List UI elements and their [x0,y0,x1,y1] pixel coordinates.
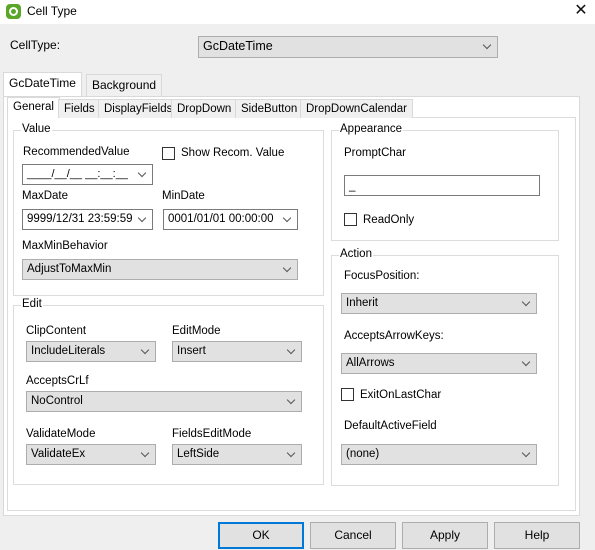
cancel-button[interactable]: Cancel [310,522,396,549]
appearance-group-title: Appearance [339,123,404,135]
validatemode-label: ValidateMode [26,428,96,440]
chevron-down-icon [523,359,530,366]
maxdate-value: 9999/12/31 23:59:59 [27,213,133,225]
editmode-select[interactable]: Insert [172,341,302,362]
editmode-value: Insert [177,345,206,357]
tab-dropdowncalendar[interactable]: DropDownCalendar [300,99,413,118]
maxminbehavior-value: AdjustToMaxMin [27,263,112,275]
acceptscrlf-select[interactable]: NoControl [26,391,302,412]
chevron-down-icon [284,265,291,272]
recommended-value: ____/__/__ __:__:__ [27,168,128,180]
celltype-label: CellType: [10,38,61,52]
show-recom-value-label: Show Recom. Value [181,147,285,159]
maxminbehavior-select[interactable]: AdjustToMaxMin [22,259,298,280]
clipcontent-value: IncludeLiterals [31,345,106,357]
mindate-value: 0001/01/01 00:00:00 [168,213,274,225]
promptchar-input[interactable]: _ [344,175,540,196]
chevron-down-icon [523,450,530,457]
defaultactivefield-label: DefaultActiveField [344,420,437,432]
clipcontent-label: ClipContent [26,325,87,337]
chevron-down-icon [142,347,149,354]
acceptscrlf-value: NoControl [31,395,83,407]
chevron-down-icon [484,42,491,49]
maxdate-select[interactable]: 9999/12/31 23:59:59 [22,209,153,230]
acceptsarrowkeys-select[interactable]: AllArrows [341,353,537,374]
chevron-down-icon [288,397,295,404]
chevron-down-icon [284,215,291,222]
chevron-down-icon [139,215,146,222]
mindate-label: MinDate [162,190,205,202]
apply-button[interactable]: Apply [402,522,488,549]
acceptscrlf-label: AcceptsCrLf [26,375,89,387]
ok-button[interactable]: OK [218,522,304,549]
tab-sidebutton[interactable]: SideButton [235,99,304,118]
recommended-value-label: RecommendedValue [23,146,130,158]
window-title: Cell Type [27,4,77,18]
tab-fields[interactable]: Fields [58,99,101,118]
close-icon[interactable]: ✕ [571,2,591,20]
readonly-label: ReadOnly [363,214,415,226]
help-button[interactable]: Help [494,522,580,549]
chevron-down-icon [288,450,295,457]
focusposition-value: Inherit [346,297,378,309]
edit-group-title: Edit [21,298,43,310]
recommended-value-select[interactable]: ____/__/__ __:__:__ [22,164,153,185]
fieldseditmode-select[interactable]: LeftSide [172,444,302,465]
focusposition-label: FocusPosition: [344,270,420,282]
fieldseditmode-label: FieldsEditMode [172,428,252,440]
action-group-title: Action [339,248,373,260]
defaultactivefield-select[interactable]: (none) [341,444,537,465]
validatemode-value: ValidateEx [31,448,86,460]
acceptsarrowkeys-label: AcceptsArrowKeys: [344,330,444,342]
readonly-checkbox[interactable] [344,213,357,226]
value-group-title: Value [21,123,52,135]
mindate-select[interactable]: 0001/01/01 00:00:00 [163,209,298,230]
chevron-down-icon [523,299,530,306]
clipcontent-select[interactable]: IncludeLiterals [26,341,156,362]
tab-background[interactable]: Background [86,74,163,96]
exitonlastchar-label: ExitOnLastChar [360,389,442,401]
celltype-value: GcDateTime [203,39,273,53]
tab-general[interactable]: General [7,97,60,118]
chevron-down-icon [139,170,146,177]
acceptsarrowkeys-value: AllArrows [346,357,395,369]
spread-logo-icon [6,4,21,19]
chevron-down-icon [142,450,149,457]
promptchar-label: PromptChar [344,147,406,159]
exitonlastchar-checkbox[interactable] [341,388,354,401]
celltype-select[interactable]: GcDateTime [198,36,498,58]
maxminbehavior-label: MaxMinBehavior [22,240,108,252]
tab-displayfields[interactable]: DisplayFields [98,99,179,118]
chevron-down-icon [288,347,295,354]
title-bar [0,0,595,24]
tab-dropdown[interactable]: DropDown [171,99,238,118]
show-recom-value-checkbox[interactable] [162,147,175,160]
defaultactivefield-value: (none) [346,448,380,460]
fieldseditmode-value: LeftSide [177,448,220,460]
focusposition-select[interactable]: Inherit [341,293,537,314]
validatemode-select[interactable]: ValidateEx [26,444,156,465]
editmode-label: EditMode [172,325,221,337]
maxdate-label: MaxDate [22,190,69,202]
tab-gcdatetime[interactable]: GcDateTime [3,72,82,96]
